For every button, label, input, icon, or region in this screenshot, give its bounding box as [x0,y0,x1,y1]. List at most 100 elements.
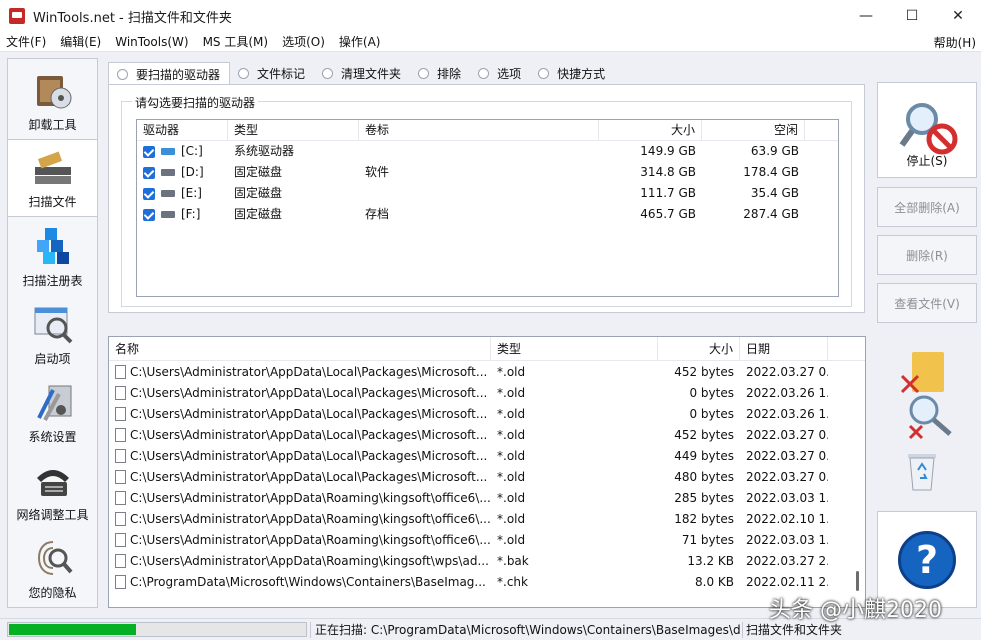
file-type: *.old [497,364,526,379]
sidebar-item-privacy[interactable]: 您的隐私 [8,529,97,607]
vertical-scrollbar[interactable] [856,571,859,591]
tab-drives[interactable]: 要扫描的驱动器 [108,62,231,85]
status-scanning-text: 正在扫描: C:\ProgramData\Microsoft\Windows\C… [310,622,742,638]
file-row[interactable]: C:\ProgramData\Microsoft\Windows\Contain… [109,571,865,592]
delete-all-button[interactable]: 全部删除(A) [877,187,977,227]
file-row[interactable]: C:\Users\Administrator\AppData\Local\Pac… [109,382,865,403]
drive-row[interactable]: [D:] 固定磁盘 软件 314.8 GB 178.4 GB [137,162,838,183]
sidebar-item-startup[interactable]: 启动项 [8,295,97,373]
file-row[interactable]: C:\Users\Administrator\AppData\Roaming\k… [109,487,865,508]
document-icon [115,385,126,400]
sidebar-item-uninstall[interactable]: 卸载工具 [8,61,97,139]
column-header-type[interactable]: 类型 [228,120,359,140]
menu-wintools[interactable]: WinTools(W) [108,35,195,49]
drive-row[interactable]: [F:] 固定磁盘 存档 465.7 GB 287.4 GB [137,204,838,225]
tab-file-markers[interactable]: 文件标记 [230,62,314,84]
drive-checkbox[interactable] [143,208,155,221]
drive-type: 固定磁盘 [234,186,283,200]
watermark: 头条 @小麒2020 [769,598,942,623]
menu-help[interactable]: 帮助(H) [934,34,976,51]
menu-actions[interactable]: 操作(A) [332,33,388,50]
drive-row[interactable]: [C:] 系统驱动器 149.9 GB 63.9 GB [137,141,838,162]
recycle-bin-icon [904,448,940,492]
tab-clean-folders[interactable]: 清理文件夹 [314,62,410,84]
tab-radio [238,67,250,79]
file-rows: C:\Users\Administrator\AppData\Local\Pac… [109,361,865,592]
drive-row[interactable]: [E:] 固定磁盘 111.7 GB 35.4 GB [137,183,838,204]
column-header-date[interactable]: 日期 [740,337,828,361]
sidebar-item-scan-files[interactable]: 扫描文件 [8,139,97,217]
file-row[interactable]: C:\Users\Administrator\AppData\Roaming\k… [109,529,865,550]
document-icon [115,574,126,589]
file-date: 2022.03.26 1... [746,406,828,421]
file-date: 2022.03.27 0... [746,427,828,442]
file-path: C:\Users\Administrator\AppData\Local\Pac… [130,364,488,379]
file-row[interactable]: C:\Users\Administrator\AppData\Roaming\k… [109,550,865,571]
progress-fill [9,624,136,635]
minimize-button[interactable]: — [843,0,889,32]
file-date: 2022.03.27 0... [746,364,828,379]
file-size: 71 bytes [681,532,734,547]
drive-free: 178.4 GB [743,165,799,179]
menu-edit[interactable]: 编辑(E) [53,33,108,50]
drive-checkbox[interactable] [143,145,155,158]
column-header-label[interactable]: 卷标 [359,120,599,140]
close-button[interactable]: ✕ [935,0,981,32]
sidebar-item-system-settings[interactable]: 系统设置 [8,373,97,451]
column-header-name[interactable]: 名称 [109,337,491,361]
help-symbol: ? [915,537,939,582]
drive-table: 驱动器 类型 卷标 大小 空闲 [C:] 系统驱动器 149.9 GB 63.9… [136,119,839,297]
file-date: 2022.02.10 1... [746,511,828,526]
menu-ms-tools[interactable]: MS 工具(M) [196,33,276,50]
document-icon [115,532,126,547]
file-name-cell: C:\ProgramData\Microsoft\Windows\Contain… [109,574,491,589]
file-row[interactable]: C:\Users\Administrator\AppData\Local\Pac… [109,445,865,466]
drive-checkbox[interactable] [143,187,155,200]
column-header-type[interactable]: 类型 [491,337,658,361]
file-name-cell: C:\Users\Administrator\AppData\Roaming\k… [109,553,491,568]
delete-button[interactable]: 删除(R) [877,235,977,275]
file-path: C:\Users\Administrator\AppData\Local\Pac… [130,427,488,442]
column-header-size[interactable]: 大小 [599,120,702,140]
file-row[interactable]: C:\Users\Administrator\AppData\Local\Pac… [109,466,865,487]
delete-file-icon [900,392,956,440]
drive-letter: [F:] [181,207,201,221]
sidebar-item-network[interactable]: 网络调整工具 [8,451,97,529]
file-date: 2022.03.27 2... [746,553,828,568]
tab-label: 快捷方式 [557,66,606,81]
file-row[interactable]: C:\Users\Administrator\AppData\Roaming\k… [109,508,865,529]
drive-icon [161,211,175,218]
column-header-size[interactable]: 大小 [658,337,740,361]
column-header-drive[interactable]: 驱动器 [137,120,228,140]
file-row[interactable]: C:\Users\Administrator\AppData\Local\Pac… [109,403,865,424]
sidebar-item-label: 卸载工具 [28,118,77,132]
menu-file[interactable]: 文件(F) [0,33,53,50]
drive-checkbox[interactable] [143,166,155,179]
registry-icon [31,224,75,268]
view-file-button[interactable]: 查看文件(V) [877,283,977,323]
sidebar-item-label: 启动项 [34,352,71,366]
drive-icon [161,190,175,197]
document-icon [115,427,126,442]
file-size: 452 bytes [674,427,734,442]
tab-options[interactable]: 选项 [470,62,530,84]
file-size: 0 bytes [689,385,734,400]
drive-letter: [C:] [181,144,203,158]
document-icon [115,511,126,526]
stop-button[interactable]: 停止(S) [877,82,977,178]
tab-exclude[interactable]: 排除 [410,62,470,84]
drive-size: 111.7 GB [640,186,696,200]
file-type: *.old [497,469,526,484]
sidebar-item-scan-registry[interactable]: 扫描注册表 [8,217,97,295]
tab-radio [418,67,430,79]
file-name-cell: C:\Users\Administrator\AppData\Roaming\k… [109,511,491,526]
maximize-button[interactable]: ☐ [889,0,935,32]
help-icon: ? [898,530,956,589]
menu-options[interactable]: 选项(O) [275,33,332,50]
file-row[interactable]: C:\Users\Administrator\AppData\Local\Pac… [109,361,865,382]
drive-type: 系统驱动器 [234,144,295,158]
file-row[interactable]: C:\Users\Administrator\AppData\Local\Pac… [109,424,865,445]
tab-shortcuts[interactable]: 快捷方式 [530,62,614,84]
column-header-free[interactable]: 空闲 [702,120,805,140]
file-date: 2022.03.26 1... [746,385,828,400]
